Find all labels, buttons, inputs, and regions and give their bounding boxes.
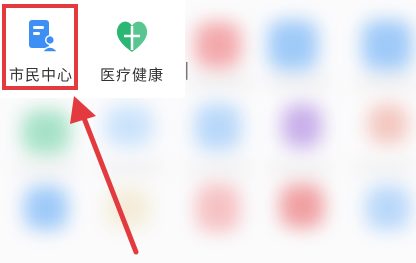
cut-off-app-label: ▏: [186, 62, 192, 80]
highlight-box: [2, 4, 78, 90]
app-medical-health[interactable]: 医疗健康: [92, 14, 172, 85]
app-medical-health-label: 医疗健康: [99, 66, 164, 84]
app-grid-screen: 市民中心 医疗健康 ▏: [0, 0, 416, 263]
medical-health-icon: [110, 14, 154, 58]
